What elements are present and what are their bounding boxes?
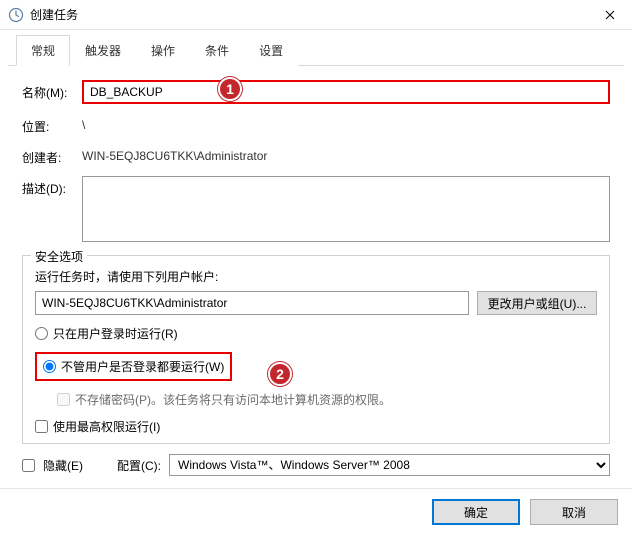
- only-logged-on-label[interactable]: 只在用户登录时运行(R): [53, 325, 178, 342]
- clock-icon: [8, 7, 24, 23]
- config-for-label: 配置(C):: [117, 457, 161, 474]
- security-options-group: 安全选项 运行任务时，请使用下列用户帐户: 更改用户或组(U)... 只在用户登…: [22, 255, 610, 444]
- hidden-checkbox[interactable]: [22, 459, 35, 472]
- general-panel: 名称(M): 位置: \ 创建者: WIN-5EQJ8CU6TKK\Admini…: [0, 66, 632, 444]
- location-label: 位置:: [22, 114, 82, 135]
- tab-conditions[interactable]: 条件: [190, 35, 244, 66]
- security-legend: 安全选项: [31, 248, 87, 265]
- location-value: \: [82, 114, 610, 132]
- bottom-row: 隐藏(E) 配置(C): Windows Vista™、Windows Serv…: [0, 444, 632, 486]
- tab-general[interactable]: 常规: [16, 35, 70, 66]
- description-label: 描述(D):: [22, 176, 82, 197]
- no-store-password-label: 不存储密码(P)。该任务将只有访问本地计算机资源的权限。: [75, 391, 391, 408]
- config-for-select[interactable]: Windows Vista™、Windows Server™ 2008: [169, 454, 610, 476]
- change-user-button[interactable]: 更改用户或组(U)...: [477, 291, 597, 315]
- titlebar: 创建任务: [0, 0, 632, 30]
- description-input[interactable]: [82, 176, 610, 242]
- highest-privileges-checkbox[interactable]: [35, 420, 48, 433]
- button-bar: 确定 取消: [0, 488, 632, 537]
- tab-triggers[interactable]: 触发器: [70, 35, 136, 66]
- callout-2: 2: [268, 362, 292, 386]
- window-title: 创建任务: [30, 6, 587, 23]
- creator-label: 创建者:: [22, 145, 82, 166]
- whether-or-not-highlight: 不管用户是否登录都要运行(W): [35, 352, 232, 381]
- no-store-password-checkbox: [57, 393, 70, 406]
- only-logged-on-radio[interactable]: [35, 327, 48, 340]
- name-input[interactable]: [82, 80, 610, 104]
- run-as-prompt: 运行任务时，请使用下列用户帐户:: [35, 268, 597, 285]
- ok-button[interactable]: 确定: [432, 499, 520, 525]
- account-input[interactable]: [35, 291, 469, 315]
- highest-privileges-label[interactable]: 使用最高权限运行(I): [53, 418, 160, 435]
- whether-or-not-radio[interactable]: [43, 360, 56, 373]
- creator-value: WIN-5EQJ8CU6TKK\Administrator: [82, 145, 610, 163]
- tabstrip: 常规 触发器 操作 条件 设置: [8, 30, 624, 66]
- close-icon: [605, 10, 615, 20]
- whether-or-not-label[interactable]: 不管用户是否登录都要运行(W): [61, 358, 224, 375]
- close-button[interactable]: [587, 0, 632, 30]
- tab-settings[interactable]: 设置: [244, 35, 298, 66]
- tab-actions[interactable]: 操作: [136, 35, 190, 66]
- hidden-label[interactable]: 隐藏(E): [43, 457, 83, 474]
- callout-1: 1: [218, 77, 242, 101]
- cancel-button[interactable]: 取消: [530, 499, 618, 525]
- name-label: 名称(M):: [22, 80, 82, 101]
